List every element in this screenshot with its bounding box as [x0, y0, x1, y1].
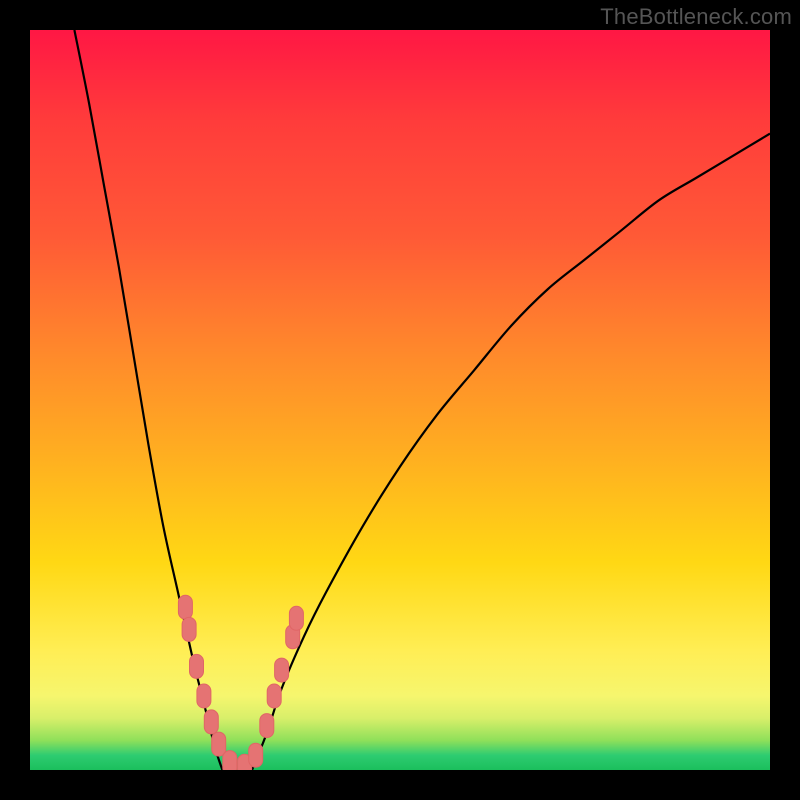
marker-capsule: [223, 751, 237, 770]
marker-capsule: [260, 714, 274, 738]
chart-frame: TheBottleneck.com: [0, 0, 800, 800]
curves-svg: [30, 30, 770, 770]
marker-capsule: [197, 684, 211, 708]
marker-capsule: [190, 654, 204, 678]
marker-capsule: [249, 743, 263, 767]
marker-capsule: [267, 684, 281, 708]
marker-capsule: [289, 606, 303, 630]
watermark-text: TheBottleneck.com: [600, 4, 792, 30]
plot-area: [30, 30, 770, 770]
marker-capsule: [178, 595, 192, 619]
marker-capsule: [182, 617, 196, 641]
curve-right-branch: [252, 134, 770, 770]
marker-capsule: [275, 658, 289, 682]
marker-capsule: [204, 710, 218, 734]
marker-capsule: [212, 732, 226, 756]
